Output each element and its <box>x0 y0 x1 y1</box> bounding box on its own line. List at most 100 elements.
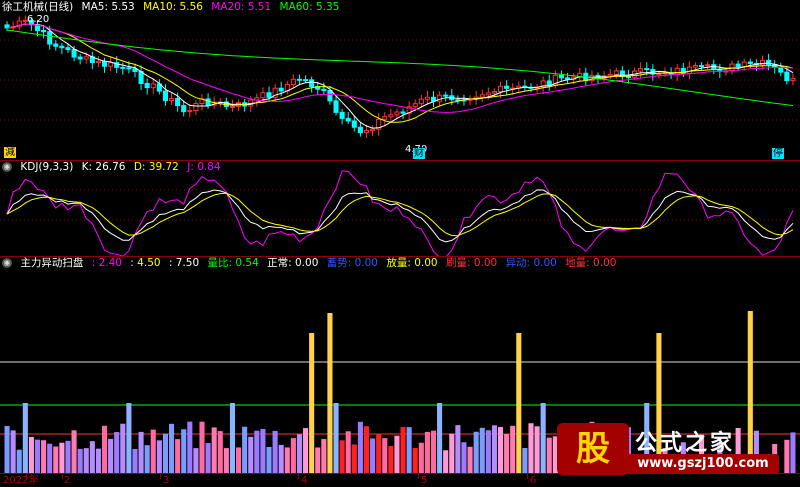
volume-bar <box>406 427 412 473</box>
heavy-volume-label: 放量: 0.00 <box>386 257 438 269</box>
volume-bar <box>71 430 77 473</box>
candle-body <box>564 77 571 80</box>
volume-bar <box>126 403 132 473</box>
candle-body <box>47 31 53 45</box>
volume-bar <box>473 431 479 473</box>
volume-bar <box>114 432 120 473</box>
ma20-label: MA20: 5.51 <box>211 1 272 13</box>
volume-bar <box>430 430 437 473</box>
normal-label: 正常: 0.00 <box>267 257 319 269</box>
candle-body <box>303 79 309 82</box>
volume-bar <box>546 437 552 473</box>
candle-body <box>339 111 345 119</box>
candle-body <box>613 70 619 75</box>
volume-bar <box>382 438 388 473</box>
volume-bar <box>443 450 449 473</box>
candle-body <box>418 98 424 105</box>
volume-bar <box>28 436 34 473</box>
volume-bar <box>327 313 333 473</box>
collapse-icon[interactable]: ◉ <box>2 162 12 172</box>
volume-bar <box>223 448 229 473</box>
volume-bar <box>108 438 114 473</box>
volume-bar <box>217 431 223 473</box>
candle-body <box>692 65 699 68</box>
axis-tick <box>298 474 299 479</box>
volume-bar <box>516 333 522 473</box>
candle-body <box>333 100 339 113</box>
kdj-panel[interactable]: ◉ KDJ(9,3,3) K: 26.76 D: 39.72 J: 0.84 <box>0 160 800 256</box>
collapse-icon[interactable]: ◉ <box>2 258 12 268</box>
candle-body <box>747 61 753 65</box>
candle-body <box>412 103 418 108</box>
volume-bar <box>132 449 138 473</box>
volume-bar <box>229 403 236 473</box>
volume-bar <box>333 403 339 473</box>
candle-body <box>309 79 315 88</box>
event-marker-mid[interactable]: 财 <box>413 148 425 159</box>
candle-body <box>53 43 59 47</box>
volume-ratio-label: 量比: 0.54 <box>207 257 259 269</box>
volume-bar <box>370 438 376 473</box>
axis-tick <box>160 474 161 479</box>
candle-body <box>327 90 333 102</box>
volume-bar <box>534 426 540 473</box>
candle-body <box>345 117 351 122</box>
volume-bar <box>260 429 266 473</box>
volume-bar <box>156 440 162 473</box>
volume-bar <box>455 425 461 473</box>
candle-body <box>638 68 644 72</box>
volume-bar <box>41 440 47 473</box>
volume-bar <box>266 446 272 473</box>
volume-bar <box>120 423 126 473</box>
volume-bar <box>248 436 254 473</box>
kdj-d-line <box>6 192 794 237</box>
volume-bar <box>485 430 491 473</box>
candle-body <box>370 128 376 132</box>
candle-body <box>766 59 772 66</box>
volume-bar <box>138 431 144 473</box>
ma10-line <box>6 23 794 123</box>
candle-body <box>388 114 394 118</box>
event-marker-left[interactable]: 減 <box>4 147 16 158</box>
candle-body <box>41 29 47 33</box>
volume-bar <box>467 446 473 473</box>
candle-body <box>187 110 193 113</box>
axis-tick <box>527 474 528 479</box>
scan-value-2: : 4.50 <box>130 257 161 269</box>
price-chart <box>0 15 800 138</box>
volume-bar <box>95 448 101 473</box>
volume-bar <box>34 439 41 473</box>
volume-bar <box>290 438 296 473</box>
scan-value-3: : 7.50 <box>168 257 200 269</box>
watermark-logo: 股 <box>557 423 629 475</box>
candle-body <box>394 111 400 116</box>
volume-bar <box>400 426 406 473</box>
price-chart-panel[interactable]: 徐工机械(日线) MA5: 5.53 MA10: 5.56 MA20: 5.51… <box>0 0 800 160</box>
candle-body <box>443 94 449 97</box>
candle-body <box>71 49 77 58</box>
volume-bar <box>22 403 28 473</box>
candle-body <box>625 76 632 79</box>
abnormal-label: 异动: 0.00 <box>505 257 557 269</box>
date-axis: 2022年 2 3 4 5 6 <box>0 473 800 487</box>
volume-bar <box>199 421 205 473</box>
event-marker-right[interactable]: 停 <box>772 148 784 159</box>
candle-body <box>735 63 741 68</box>
volume-bar <box>236 447 242 473</box>
volume-bar <box>77 448 83 473</box>
candle-body <box>290 78 296 85</box>
axis-label-month-2: 2 <box>64 475 71 486</box>
axis-label-month-6: 6 <box>530 475 537 486</box>
volume-scan-title: 主力异动扫盘 <box>20 257 84 269</box>
volume-bar <box>53 446 59 473</box>
candle-body <box>644 68 650 71</box>
volume-bar <box>497 427 504 473</box>
candle-body <box>400 111 406 114</box>
candle-body <box>260 92 266 99</box>
candle-body <box>479 94 485 98</box>
candle-body <box>778 67 784 73</box>
candle-body <box>162 90 168 102</box>
volume-bar <box>357 421 363 473</box>
volume-bar <box>4 425 10 473</box>
axis-label-month-5: 5 <box>421 475 428 486</box>
